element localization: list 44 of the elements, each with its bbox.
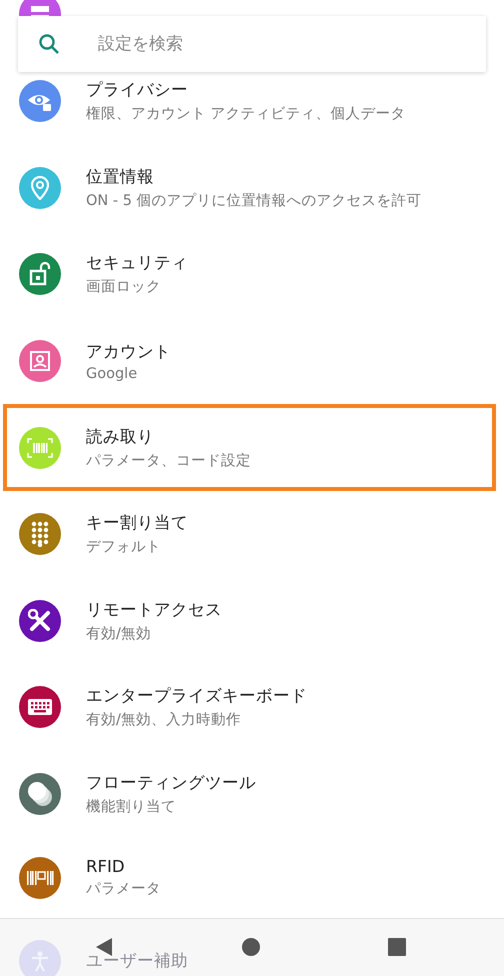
dial-pad-icon: [30, 521, 50, 548]
item-title: ユーザー補助: [86, 950, 188, 972]
barcode-scan-icon: [27, 438, 53, 458]
item-title: フローティングツール: [86, 772, 256, 794]
item-title: プライバシー: [86, 79, 189, 101]
stacked-circles-icon: [26, 780, 54, 808]
item-subtitle: 有効/無効、入力時動作: [86, 711, 242, 730]
keyboard-icon: [27, 698, 53, 716]
settings-item[interactable]: リモートアクセス 有効/無効: [0, 578, 504, 664]
settings-item[interactable]: アカウント Google: [0, 318, 504, 404]
item-subtitle: Google: [86, 366, 138, 382]
item-subtitle: 権限、アカウント アクティビティ、個人データ: [86, 105, 406, 123]
search-field[interactable]: 設定を検索: [96, 33, 460, 55]
accessibility-icon: [29, 950, 51, 972]
rfid-tag-icon: [26, 870, 54, 886]
settings-item[interactable]: フローティングツール 機能割り当て: [0, 750, 504, 838]
item-title: 位置情報: [86, 166, 155, 188]
item-title: キー割り当て: [86, 512, 188, 534]
item-title: エンタープライズキーボード: [86, 685, 307, 708]
item-title: セキュリティ: [86, 252, 188, 274]
item-title: アカウント: [86, 340, 171, 363]
settings-item[interactable]: プライバシー 権限、アカウント アクティビティ、個人データ: [0, 72, 504, 145]
search-icon: [38, 33, 60, 55]
item-subtitle: 画面ロック: [86, 278, 162, 296]
settings-item[interactable]: RFID パラメータ: [0, 837, 504, 918]
recents-button[interactable]: [385, 935, 409, 959]
highlighted-settings-item[interactable]: 読み取り パラメータ、コード設定: [3, 404, 496, 491]
item-title: リモートアクセス: [86, 598, 222, 621]
item-title: RFID: [86, 857, 126, 876]
settings-item[interactable]: エンタープライズキーボード 有効/無効、入力時動作: [0, 664, 504, 751]
item-subtitle: 有効/無効: [86, 624, 152, 643]
location-pin-icon: [31, 176, 49, 200]
settings-item[interactable]: 位置情報 ON - 5 個のアプリに位置情報へのアクセスを許可: [0, 144, 504, 232]
item-title: 読み取り: [86, 426, 155, 448]
item-subtitle: デフォルト: [86, 538, 162, 556]
item-subtitle: 機能割り当て: [86, 798, 177, 816]
settings-item[interactable]: セキュリティ 画面ロック: [0, 231, 504, 318]
settings-item[interactable]: キー割り当て デフォルト: [0, 490, 504, 578]
item-subtitle: ON - 5 個のアプリに位置情報へのアクセスを許可: [86, 192, 422, 210]
item-subtitle: パラメータ、コード設定: [86, 452, 251, 470]
account-icon: [29, 350, 51, 372]
item-subtitle: パラメータ: [86, 880, 161, 898]
search-bar[interactable]: 設定を検索: [18, 16, 486, 72]
unlocked-padlock-icon: [29, 262, 51, 286]
